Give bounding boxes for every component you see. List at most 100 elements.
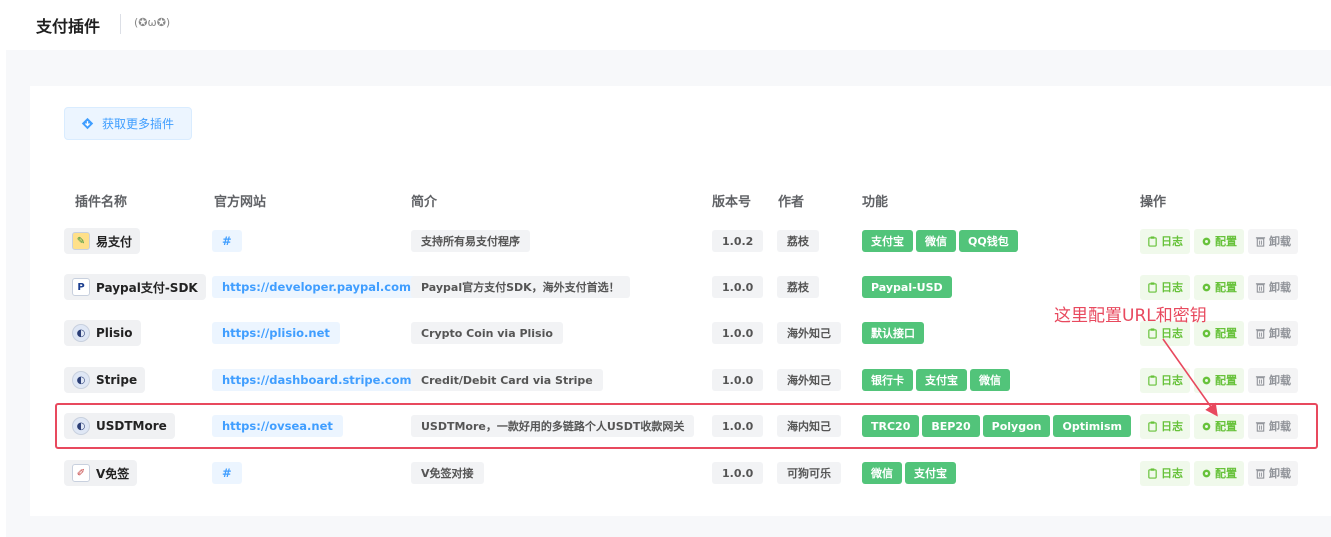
uninstall-button[interactable]: 卸载 xyxy=(1248,228,1298,254)
clipboard-icon xyxy=(1148,327,1157,339)
author-badge: 荔枝 xyxy=(777,276,819,298)
log-button[interactable]: 日志 xyxy=(1140,228,1190,254)
plugin-name-chip: ◐ Stripe xyxy=(64,367,146,393)
cell-author: 海内知己 xyxy=(777,405,841,447)
cell-author: 海外知己 xyxy=(777,357,841,403)
cell-version: 1.0.0 xyxy=(712,405,764,447)
log-button[interactable]: 日志 xyxy=(1140,367,1190,393)
get-more-plugins-button[interactable]: 获取更多插件 xyxy=(64,107,192,140)
version-badge: 1.0.0 xyxy=(712,415,764,437)
log-button[interactable]: 日志 xyxy=(1140,460,1190,486)
log-button[interactable]: 日志 xyxy=(1140,274,1190,300)
plugin-description: Crypto Coin via Plisio xyxy=(411,322,563,344)
uninstall-button-label: 卸载 xyxy=(1269,420,1291,433)
official-site-link[interactable]: https://developer.paypal.com xyxy=(212,276,421,298)
clipboard-icon xyxy=(1148,281,1157,293)
trash-icon xyxy=(1255,282,1266,293)
feature-tag: 支付宝 xyxy=(862,230,913,252)
cell-version: 1.0.0 xyxy=(712,310,764,356)
column-header-features: 功能 xyxy=(862,195,889,210)
cell-version: 1.0.0 xyxy=(712,357,764,403)
config-button[interactable]: 配置 xyxy=(1194,228,1244,254)
config-button[interactable]: 配置 xyxy=(1194,413,1244,439)
cell-version: 1.0.0 xyxy=(712,450,764,496)
version-badge: 1.0.2 xyxy=(712,230,764,252)
get-more-plugins-label: 获取更多插件 xyxy=(102,117,175,131)
log-button-label: 日志 xyxy=(1161,374,1183,387)
clipboard-icon xyxy=(1148,467,1157,479)
uninstall-button[interactable]: 卸载 xyxy=(1248,460,1298,486)
cell-features: 微信 支付宝 xyxy=(862,450,959,496)
uninstall-button-label: 卸载 xyxy=(1269,327,1291,340)
cell-site: # xyxy=(212,450,242,496)
cell-author: 荔枝 xyxy=(777,218,819,264)
column-header-version: 版本号 xyxy=(712,195,752,210)
trash-icon xyxy=(1255,375,1266,386)
cell-features: Paypal-USD xyxy=(862,264,955,310)
config-button[interactable]: 配置 xyxy=(1194,274,1244,300)
gear-icon xyxy=(1202,283,1211,291)
official-site-link[interactable]: https://ovsea.net xyxy=(212,415,343,437)
uninstall-button-label: 卸载 xyxy=(1269,374,1291,387)
plugin-description: 支持所有易支付程序 xyxy=(411,230,530,252)
config-button[interactable]: 配置 xyxy=(1194,460,1244,486)
cell-name: ◐ Stripe xyxy=(64,357,146,403)
feature-tag: 默认接口 xyxy=(862,322,924,344)
log-button-label: 日志 xyxy=(1161,327,1183,340)
cell-version: 1.0.0 xyxy=(712,264,764,310)
feature-tag: BEP20 xyxy=(922,415,980,437)
cell-actions: 日志 配置 卸载 xyxy=(1140,218,1302,264)
column-header-name: 插件名称 xyxy=(75,195,128,210)
cell-name: P Paypal支付-SDK xyxy=(64,264,206,310)
uninstall-button[interactable]: 卸载 xyxy=(1248,274,1298,300)
log-button[interactable]: 日志 xyxy=(1140,413,1190,439)
clipboard-icon xyxy=(1148,420,1157,432)
cell-site: # xyxy=(212,218,242,264)
download-cloud-icon xyxy=(81,117,94,130)
cell-author: 可狗可乐 xyxy=(777,450,841,496)
config-button[interactable]: 配置 xyxy=(1194,367,1244,393)
feature-tag: Paypal-USD xyxy=(862,276,952,298)
feature-tag: 微信 xyxy=(862,462,902,484)
feature-tag: 微信 xyxy=(970,369,1010,391)
cell-desc: Credit/Debit Card via Stripe xyxy=(411,357,603,403)
cell-site: https://ovsea.net xyxy=(212,405,343,447)
official-site-link[interactable]: # xyxy=(212,462,242,484)
plugin-name: Stripe xyxy=(96,373,138,387)
config-button-label: 配置 xyxy=(1215,235,1237,248)
gear-icon xyxy=(1202,422,1211,430)
feature-tag: QQ钱包 xyxy=(959,230,1018,252)
plugin-name: 易支付 xyxy=(96,234,133,249)
uninstall-button-label: 卸载 xyxy=(1269,281,1291,294)
trash-icon xyxy=(1255,328,1266,339)
plugin-description: Paypal官方支付SDK，海外支付首选！ xyxy=(411,276,630,298)
gear-icon xyxy=(1202,376,1211,384)
uninstall-button[interactable]: 卸载 xyxy=(1248,320,1298,346)
feature-tag: TRC20 xyxy=(862,415,920,437)
cell-desc: V免签对接 xyxy=(411,450,484,496)
author-badge: 荔枝 xyxy=(777,230,819,252)
cell-desc: 支持所有易支付程序 xyxy=(411,218,530,264)
plugin-name: Plisio xyxy=(96,326,133,340)
cell-site: https://developer.paypal.com xyxy=(212,264,421,310)
yi-pay-logo-icon: ✎ xyxy=(72,232,90,250)
version-badge: 1.0.0 xyxy=(712,276,764,298)
top-bar: 支付插件 (✪ω✪) xyxy=(0,0,1331,50)
config-button-label: 配置 xyxy=(1215,327,1237,340)
uninstall-button[interactable]: 卸载 xyxy=(1248,367,1298,393)
official-site-link[interactable]: https://plisio.net xyxy=(212,322,340,344)
trash-icon xyxy=(1255,468,1266,479)
uninstall-button[interactable]: 卸载 xyxy=(1248,413,1298,439)
plugin-name: USDTMore xyxy=(96,419,167,433)
clipboard-icon xyxy=(1148,235,1157,247)
trash-icon xyxy=(1255,236,1266,247)
author-badge: 海外知己 xyxy=(777,369,841,391)
official-site-link[interactable]: https://dashboard.stripe.com xyxy=(212,369,422,391)
usdtmore-logo-icon: ◐ xyxy=(72,417,90,435)
cell-desc: Paypal官方支付SDK，海外支付首选！ xyxy=(411,264,630,310)
version-badge: 1.0.0 xyxy=(712,462,764,484)
table-row: ◐ USDTMore https://ovsea.net USDTMore，一款好用的… xyxy=(55,403,1318,449)
feature-tag: 支付宝 xyxy=(916,369,967,391)
official-site-link[interactable]: # xyxy=(212,230,242,252)
cell-name: ✎ 易支付 xyxy=(64,218,141,264)
